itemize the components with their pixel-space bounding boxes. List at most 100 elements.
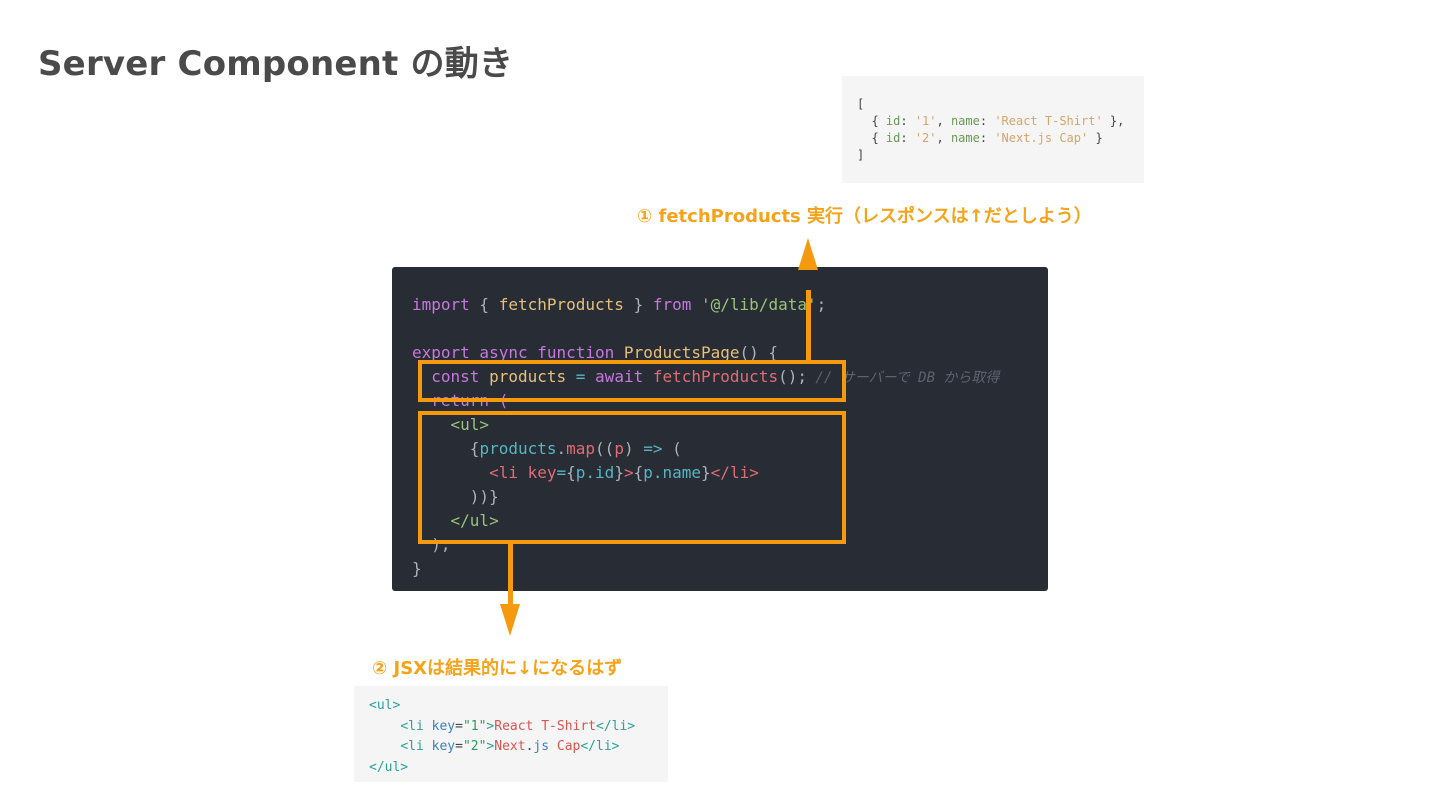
code-token: map xyxy=(566,439,596,458)
code-token: '2' xyxy=(914,131,937,145)
arrow-down-icon xyxy=(500,604,520,636)
code-token: key xyxy=(517,463,557,482)
code-token: await xyxy=(595,367,644,386)
code-token: "2" xyxy=(462,739,487,754)
code-token: = xyxy=(455,739,463,754)
code-token: { xyxy=(633,463,644,482)
code-token: key xyxy=(431,739,456,754)
code-token: : xyxy=(900,131,915,145)
code-line: {products.map((p) => ( xyxy=(412,437,682,461)
arrow-down-shaft xyxy=(508,540,513,606)
code-token: 'Next.js Cap' xyxy=(994,131,1089,145)
code-line: <ul> xyxy=(412,413,490,437)
code-line: <li key={p.id}>{p.name}</li> xyxy=(412,461,759,485)
arrow-up-icon xyxy=(798,238,818,270)
code-token: </li> xyxy=(710,463,759,482)
code-token: : xyxy=(900,114,915,128)
code-line: ))} xyxy=(412,485,499,509)
code-token: ; xyxy=(816,295,827,314)
response-code-block: [ { id: '1', name: 'React T-Shirt' }, { … xyxy=(842,76,1144,183)
code-token: async xyxy=(469,343,528,362)
result-code-block: <ul> <li key="1">React T-Shirt</li> <li … xyxy=(354,686,668,782)
code-token: ))} xyxy=(412,487,499,506)
code-token: '1' xyxy=(914,114,937,128)
code-line: ); xyxy=(412,533,451,557)
code-token: p.id xyxy=(575,463,615,482)
page-title: Server Component の動き xyxy=(38,44,514,84)
code-token: <ul> xyxy=(412,415,490,434)
code-token: } xyxy=(623,295,653,314)
code-token: , xyxy=(936,131,951,145)
code-line: </ul> xyxy=(412,509,499,533)
code-token: name xyxy=(950,114,980,128)
code-token: ) xyxy=(623,439,644,458)
code-token: products xyxy=(479,367,567,386)
response-line: { id: '1', name: 'React T-Shirt' }, xyxy=(857,113,1144,130)
code-token: <li xyxy=(489,463,518,482)
code-token: } xyxy=(614,463,624,482)
code-token: { xyxy=(857,114,886,128)
code-token: id xyxy=(885,131,901,145)
code-token: (); xyxy=(778,367,807,386)
code-token: , xyxy=(936,114,951,128)
response-line: ] xyxy=(857,148,865,162)
code-token: export xyxy=(412,343,470,362)
result-line: <li key="2">Next.js Cap</li> xyxy=(369,737,668,758)
response-line: [ xyxy=(857,97,865,111)
code-line: import { fetchProducts } from '@/lib/dat… xyxy=(412,293,826,317)
code-token: return ( xyxy=(412,391,509,410)
code-token: Cap xyxy=(549,739,581,754)
code-token: id xyxy=(885,114,901,128)
code-token: '@/lib/data' xyxy=(701,295,817,314)
result-line: <ul> xyxy=(369,698,401,713)
code-line: export async function ProductsPage() { xyxy=(412,341,778,365)
code-token: { xyxy=(857,131,886,145)
code-token: = xyxy=(556,463,567,482)
code-token: : xyxy=(979,131,995,145)
code-comment: // サーバーで DB から取得 xyxy=(806,370,1000,386)
code-token: function xyxy=(527,343,615,362)
code-token: </li> xyxy=(580,739,620,754)
code-token: } xyxy=(412,559,422,578)
code-token: fetchProducts xyxy=(498,295,624,314)
code-token: : xyxy=(979,114,995,128)
code-token: "1" xyxy=(462,718,487,734)
code-token: name xyxy=(950,131,980,145)
code-token: { xyxy=(412,439,480,458)
code-token: > xyxy=(623,463,634,482)
code-line: return ( xyxy=(412,389,508,413)
code-line: const products = await fetchProducts(); … xyxy=(412,365,999,390)
code-token: from xyxy=(652,295,692,314)
code-token: => xyxy=(643,439,663,458)
code-token: js xyxy=(533,739,550,754)
code-token: import xyxy=(412,295,470,314)
code-token: } xyxy=(701,463,711,482)
code-token: </li> xyxy=(596,718,636,734)
code-token: = xyxy=(455,718,463,734)
code-token: ( xyxy=(662,439,682,458)
code-token: <li xyxy=(400,739,432,754)
step2-annotation: ② JSXは結果的に↓になるはず xyxy=(372,658,623,679)
result-line: <li key="1">React T-Shirt</li> xyxy=(369,717,668,738)
code-token: () { xyxy=(739,343,779,362)
arrow-up-shaft xyxy=(806,290,811,364)
step1-annotation: ① fetchProducts 実行（レスポンスは↑だとしよう） xyxy=(637,206,1092,227)
code-token: = xyxy=(566,367,596,386)
code-token: (( xyxy=(595,439,615,458)
code-token: Next xyxy=(494,739,526,754)
response-line: { id: '2', name: 'Next.js Cap' } xyxy=(857,130,1144,147)
code-token: ); xyxy=(412,535,451,554)
code-token: products xyxy=(479,439,557,458)
code-line: } xyxy=(412,557,422,581)
code-token: </ul> xyxy=(412,511,499,530)
code-token: fetchProducts xyxy=(643,367,779,386)
code-token: ProductsPage xyxy=(614,343,740,362)
code-token: React T-Shirt xyxy=(494,718,596,734)
code-token: 'React T-Shirt' xyxy=(994,114,1103,128)
code-token: p xyxy=(614,439,624,458)
code-token: const xyxy=(431,367,480,386)
